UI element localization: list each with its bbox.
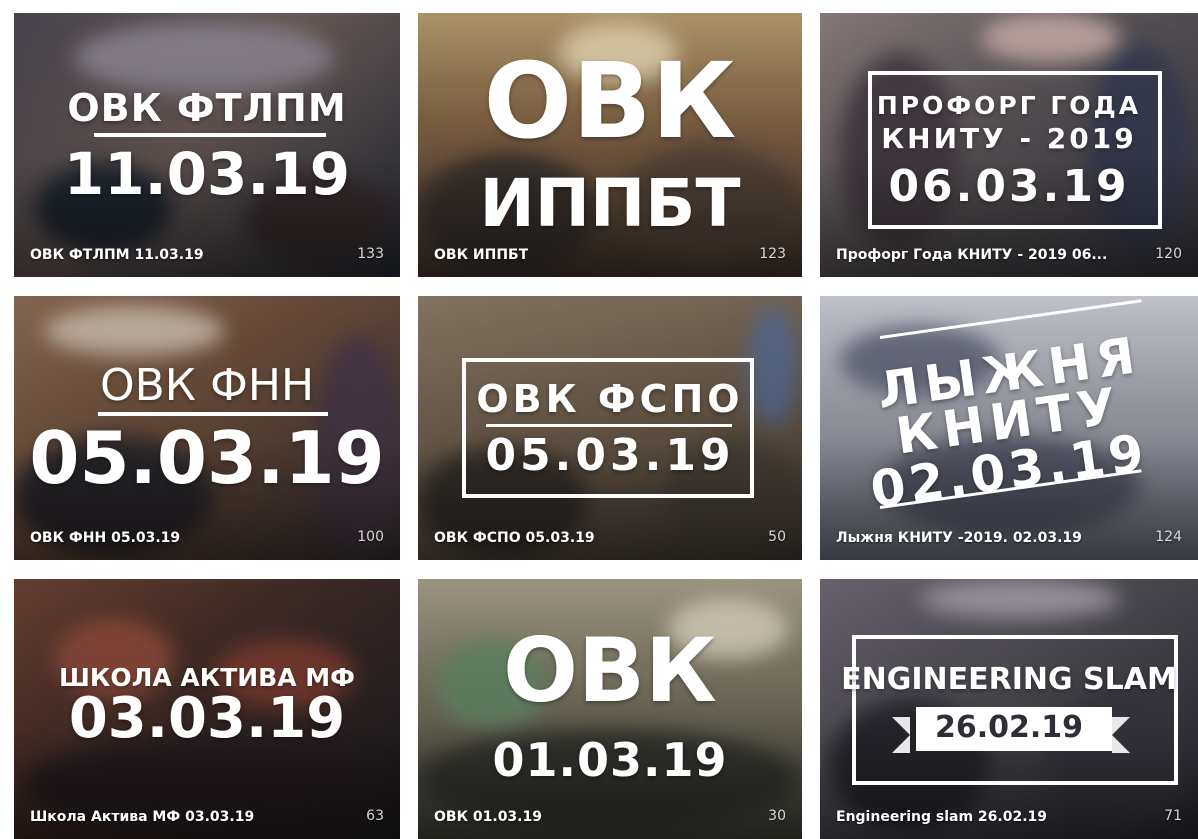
cover-date: 11.03.19 — [63, 140, 351, 208]
cover-date: 26.02.19 — [934, 710, 1084, 745]
cover-divider — [486, 424, 732, 427]
photo-count: 63 — [366, 808, 384, 824]
album-tile[interactable]: ОВК ФТЛПМ 11.03.19 ОВК ФТЛПМ 11.03.19 13… — [14, 13, 400, 277]
cover-date: 06.03.19 — [888, 161, 1130, 212]
cover-subtitle: КНИТУ - 2019 — [881, 122, 1137, 155]
cover-title: ОВК ФСПО — [476, 377, 744, 421]
album-tile[interactable]: ЛЫЖНЯ КНИТУ 02.03.19 Лыжня КНИТУ -2019. … — [820, 296, 1198, 560]
album-tile[interactable]: ШКОЛА АКТИВА МФ 03.03.19 Школа Актива МФ… — [14, 579, 400, 839]
cover-date: 05.03.19 — [485, 430, 735, 481]
cover-title: ОВК — [483, 40, 737, 162]
album-caption: ОВК ФСПО 05.03.19 — [434, 530, 595, 546]
album-tile[interactable]: ОВК ФНН 05.03.19 ОВК ФНН 05.03.19 100 — [14, 296, 400, 560]
album-caption: ОВК 01.03.19 — [434, 809, 542, 825]
cover-date: 03.03.19 — [68, 686, 346, 751]
cover-title: ОВК ФНН — [99, 360, 315, 411]
cover-date: 05.03.19 — [29, 416, 385, 500]
cover-divider — [94, 133, 326, 137]
cover-title: ОВК ФТЛПМ — [67, 86, 347, 130]
album-caption: Профорг Года КНИТУ - 2019 06... — [836, 247, 1108, 263]
photo-count: 124 — [1155, 529, 1182, 545]
album-caption: Лыжня КНИТУ -2019. 02.03.19 — [836, 530, 1082, 546]
cover-title: ОВК — [503, 619, 717, 722]
album-tile[interactable]: ОВК 01.03.19 ОВК 01.03.19 30 — [418, 579, 802, 839]
photo-count: 120 — [1155, 246, 1182, 262]
photo-count: 100 — [357, 529, 384, 545]
album-tile[interactable]: ОВК ФСПО 05.03.19 ОВК ФСПО 05.03.19 50 — [418, 296, 802, 560]
cover-subtitle: ИППБТ — [479, 165, 741, 242]
cover-date: 01.03.19 — [492, 733, 728, 787]
album-caption: ОВК ФНН 05.03.19 — [30, 530, 181, 546]
album-tile[interactable]: ПРОФОРГ ГОДА КНИТУ - 2019 06.03.19 Профо… — [820, 13, 1198, 277]
photo-count: 71 — [1164, 808, 1182, 824]
cover-title: ENGINEERING SLAM — [841, 662, 1177, 697]
photo-album-grid: ОВК ФТЛПМ 11.03.19 ОВК ФТЛПМ 11.03.19 13… — [0, 0, 1198, 839]
photo-count: 133 — [357, 246, 384, 262]
album-tile[interactable]: ОВК ИППБТ ОВК ИППБТ 123 — [418, 13, 802, 277]
cover-title: ПРОФОРГ ГОДА — [876, 91, 1142, 120]
album-tile[interactable]: ENGINEERING SLAM 26.02.19 Engineering sl… — [820, 579, 1198, 839]
photo-count: 30 — [768, 808, 786, 824]
album-caption: ОВК ИППБТ — [434, 247, 529, 263]
photo-count: 123 — [759, 246, 786, 262]
album-caption: Engineering slam 26.02.19 — [836, 809, 1047, 825]
album-caption: Школа Актива МФ 03.03.19 — [30, 809, 255, 825]
album-caption: ОВК ФТЛПМ 11.03.19 — [30, 247, 204, 263]
photo-count: 50 — [768, 529, 786, 545]
